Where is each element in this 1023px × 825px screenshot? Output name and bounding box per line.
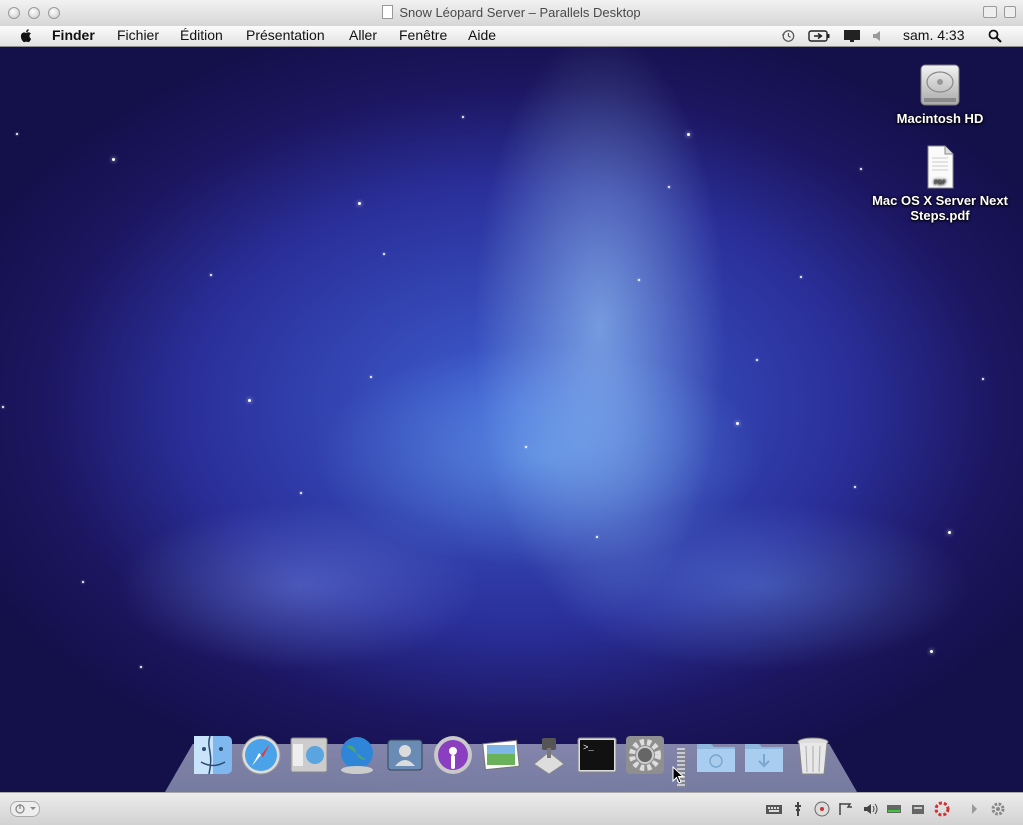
- document-icon: [382, 5, 394, 19]
- star: [736, 422, 739, 425]
- battery-icon[interactable]: [808, 29, 830, 43]
- mouse-cursor-icon: [672, 766, 684, 784]
- shared-folders-icon[interactable]: [910, 801, 926, 817]
- cd-dvd-icon[interactable]: [814, 801, 830, 817]
- star: [462, 116, 464, 118]
- pdf-document-icon: PDF: [927, 145, 954, 189]
- directory-icon[interactable]: [384, 734, 426, 776]
- terminal-prompt: >_: [583, 743, 594, 753]
- star: [854, 486, 856, 488]
- time-machine-icon[interactable]: [780, 29, 796, 43]
- menubar-clock[interactable]: sam. 4:33: [903, 27, 964, 43]
- star: [2, 406, 4, 408]
- downloads-folder-icon[interactable]: [743, 734, 785, 776]
- usb-icon[interactable]: [790, 801, 806, 817]
- trash-icon[interactable]: [792, 734, 834, 776]
- desktop-icon-label: Macintosh HD: [896, 111, 984, 126]
- terminal-icon[interactable]: >_: [576, 734, 618, 776]
- coherence-icon[interactable]: [983, 6, 997, 18]
- star: [300, 492, 302, 494]
- star: [358, 202, 361, 205]
- star: [800, 276, 802, 278]
- safari-compass-icon[interactable]: [240, 734, 282, 776]
- menu-aller[interactable]: Aller: [349, 27, 377, 43]
- menu-bar: Finder Fichier Édition Présentation Alle…: [0, 26, 1023, 47]
- star: [210, 274, 212, 276]
- star: [948, 531, 951, 534]
- star: [112, 158, 115, 161]
- star: [860, 168, 862, 170]
- desktop-icon-pdf[interactable]: PDF Mac OS X Server Next Steps.pdf: [872, 144, 1008, 223]
- menu-aide[interactable]: Aide: [468, 27, 496, 43]
- star: [756, 359, 758, 361]
- xgrid-icon[interactable]: [528, 734, 570, 776]
- podcast-icon[interactable]: [432, 734, 474, 776]
- finder-icon[interactable]: [192, 734, 234, 776]
- display-mirroring-icon[interactable]: [843, 29, 861, 43]
- apple-menu-icon[interactable]: [19, 28, 34, 43]
- star: [383, 253, 385, 255]
- preview-icon[interactable]: [288, 734, 330, 776]
- star: [982, 378, 984, 380]
- star: [370, 376, 372, 378]
- desktop-icon-label: Mac OS X Server Next Steps.pdf: [872, 193, 1008, 223]
- star: [16, 133, 18, 135]
- menu-finder[interactable]: Finder: [52, 27, 95, 43]
- network-icon[interactable]: [838, 801, 854, 817]
- volume-icon[interactable]: [872, 29, 882, 43]
- settings-gear-icon[interactable]: [990, 801, 1006, 817]
- fullscreen-icon[interactable]: [1004, 6, 1016, 18]
- star: [525, 446, 527, 448]
- star: [82, 581, 84, 583]
- power-icon[interactable]: [10, 801, 40, 817]
- star: [930, 650, 933, 653]
- gear-icon[interactable]: [624, 734, 666, 776]
- menu-presentation[interactable]: Présentation: [246, 27, 325, 43]
- folder-icon[interactable]: [695, 734, 737, 776]
- spotlight-search-icon[interactable]: [988, 29, 1002, 43]
- star: [596, 536, 598, 538]
- window-title-bar[interactable]: Snow Léopard Server – Parallels Desktop: [0, 0, 1023, 27]
- globe-icon[interactable]: [336, 734, 378, 776]
- hard-drive-icon: [920, 64, 960, 106]
- window-title-text: Snow Léopard Server – Parallels Desktop: [399, 5, 641, 20]
- photo-icon[interactable]: [480, 734, 522, 776]
- vm-status-bar: [0, 792, 1023, 825]
- star: [687, 133, 690, 136]
- keyboard-icon[interactable]: [766, 801, 782, 817]
- guest-desktop[interactable]: Finder Fichier Édition Présentation Alle…: [0, 26, 1023, 792]
- pdf-badge: PDF: [934, 180, 946, 186]
- menu-edition[interactable]: Édition: [180, 27, 223, 43]
- star: [140, 666, 142, 668]
- desktop-icon-macintosh-hd[interactable]: Macintosh HD: [880, 62, 1000, 126]
- parallels-tools-icon[interactable]: [934, 801, 950, 817]
- expand-arrow-icon[interactable]: [966, 801, 982, 817]
- window-title: Snow Léopard Server – Parallels Desktop: [0, 5, 1023, 20]
- hard-disk-activity-icon[interactable]: [886, 801, 902, 817]
- parallels-window: Snow Léopard Server – Parallels Desktop: [0, 0, 1023, 825]
- star: [248, 399, 251, 402]
- star: [638, 279, 640, 281]
- star: [668, 186, 670, 188]
- menu-fenetre[interactable]: Fenêtre: [399, 27, 447, 43]
- menu-fichier[interactable]: Fichier: [117, 27, 159, 43]
- sound-icon[interactable]: [862, 801, 878, 817]
